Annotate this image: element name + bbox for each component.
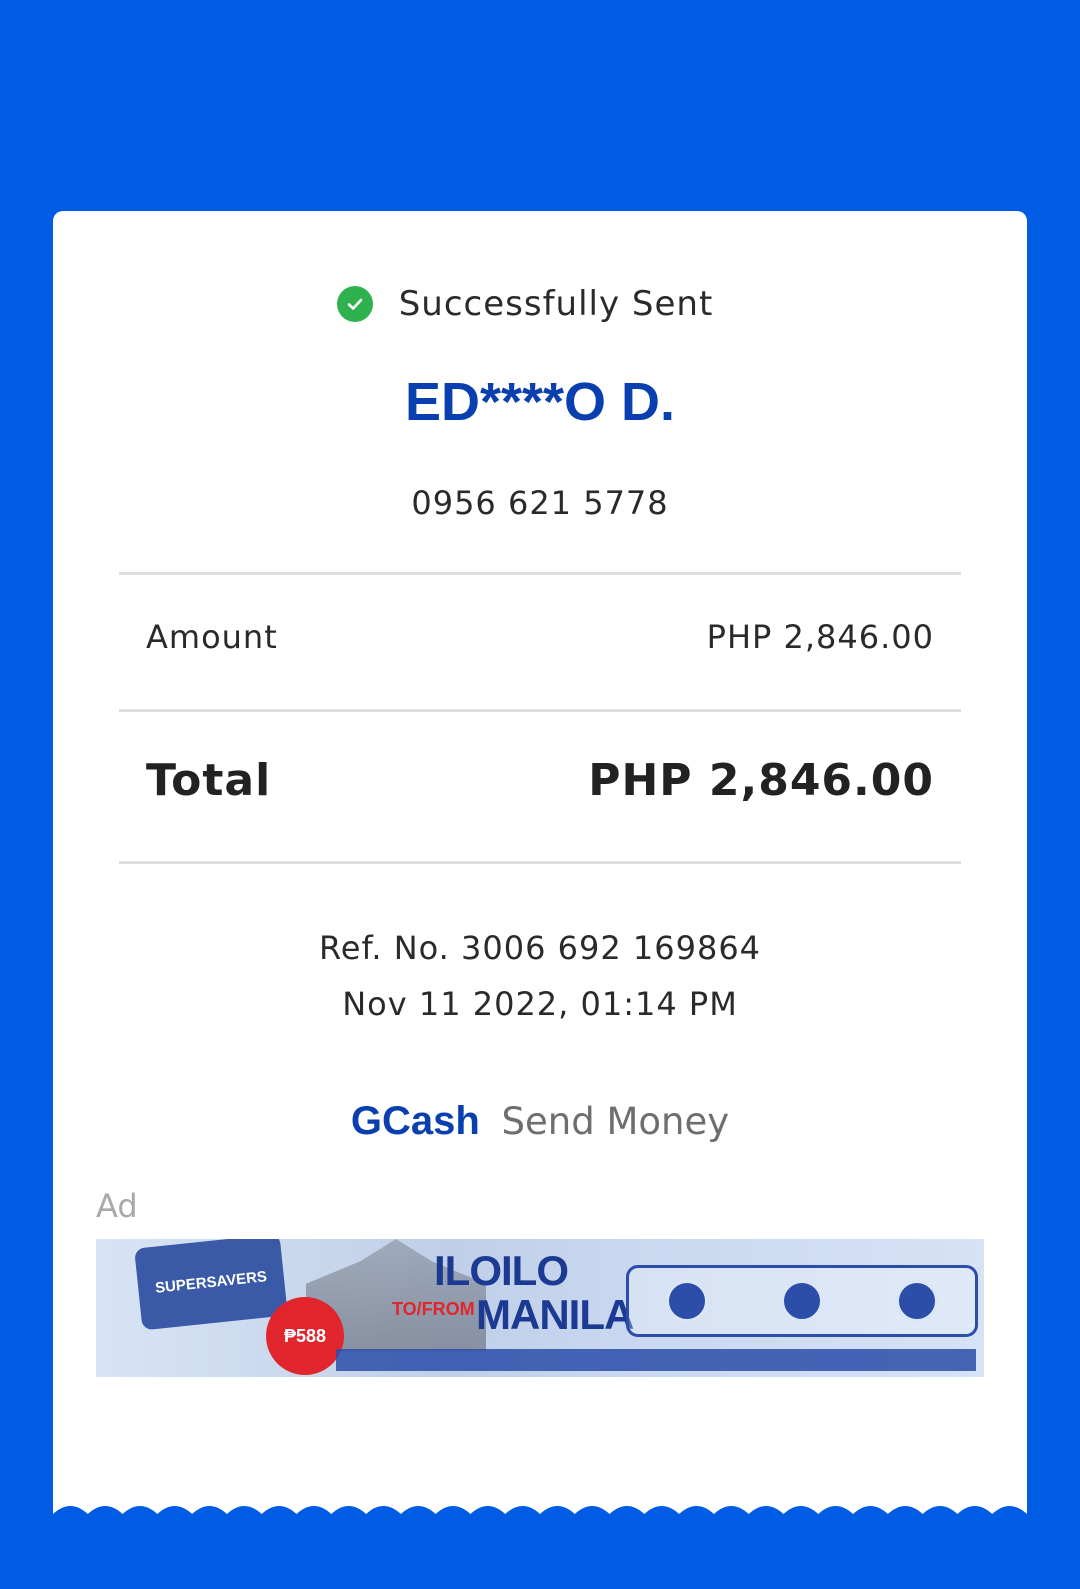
reference-number: Ref. No. 3006 692 169864 (318, 929, 762, 967)
recipient-name: ED****O D. (404, 372, 676, 432)
receipt-card: Successfully Sent ED****O D. 0956 621 57… (53, 211, 1027, 1522)
ad-label: Ad (96, 1187, 138, 1225)
total-value: PHP 2,846.00 (588, 755, 934, 806)
amount-row: Amount PHP 2,846.00 (146, 618, 934, 656)
total-label: Total (146, 755, 272, 806)
ad-perks-box (626, 1265, 978, 1337)
brand-name: GCash (350, 1099, 480, 1143)
status-text: Successfully Sent (398, 284, 714, 324)
ad-price-badge: ₱588 (266, 1297, 344, 1375)
amount-label: Amount (146, 618, 278, 656)
meal-icon (780, 1280, 823, 1322)
transaction-datetime: Nov 11 2022, 01:14 PM (342, 985, 738, 1023)
ad-title-top: ILOILO (434, 1247, 569, 1294)
ad-banner[interactable]: SUPERSAVERS ₱588 ILOILO TO/FROM MANILA (96, 1239, 984, 1377)
receipt-zigzag-edge (53, 1506, 1027, 1522)
ad-tag: SUPERSAVERS (134, 1239, 288, 1331)
service-name: Send Money (501, 1100, 730, 1143)
divider (119, 572, 961, 575)
total-row: Total PHP 2,846.00 (146, 755, 934, 806)
check-circle-icon (336, 286, 373, 322)
recipient-number: 0956 621 5778 (411, 484, 669, 522)
amount-value: PHP 2,846.00 (706, 618, 934, 656)
ad-title-bottom: MANILA (476, 1291, 634, 1338)
seat-icon (896, 1280, 939, 1322)
divider (119, 709, 961, 712)
ad-title-connector: TO/FROM (392, 1299, 475, 1319)
divider (119, 861, 961, 864)
status-row: Successfully Sent (53, 284, 1027, 324)
baggage-icon (665, 1280, 708, 1322)
service-label: GCash Send Money (53, 1099, 1027, 1144)
ad-fineprint (336, 1349, 976, 1371)
